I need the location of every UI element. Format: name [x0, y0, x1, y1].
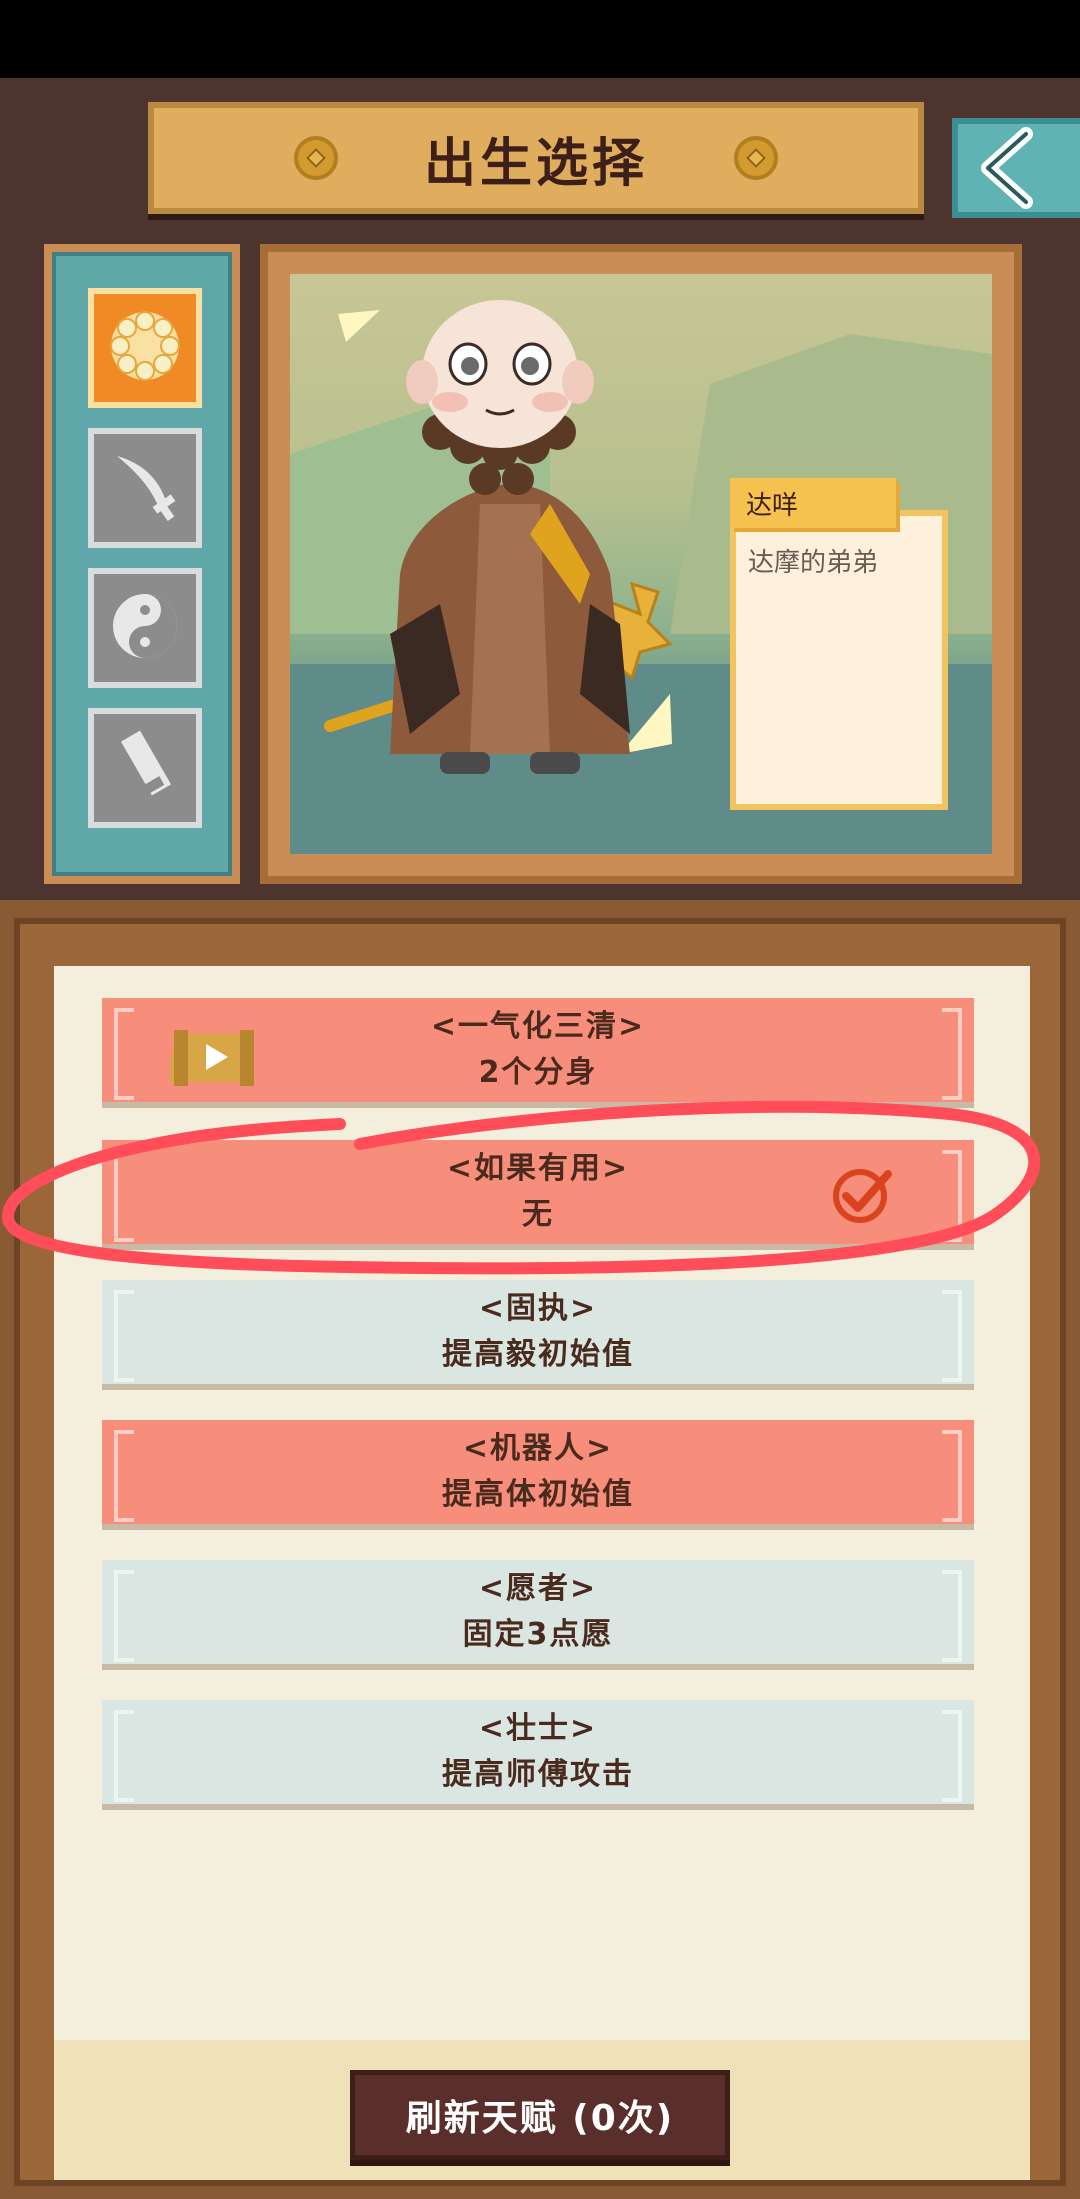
card-bracket-left: [114, 1008, 134, 1100]
card-bracket-right: [942, 1430, 962, 1522]
video-ad-icon[interactable]: [168, 1026, 260, 1086]
category-rail: [44, 244, 240, 884]
talent-card-5[interactable]: <愿者> 固定3点愿: [102, 1560, 974, 1664]
talent-name: <机器人>: [462, 1431, 614, 1466]
card-bracket-left: [114, 1710, 134, 1802]
talent-card-3[interactable]: <固执> 提高毅初始值: [102, 1280, 974, 1384]
yin-yang-icon: [105, 586, 185, 670]
rail-item-scroll[interactable]: [88, 708, 202, 828]
talent-card-4[interactable]: <机器人> 提高体初始值: [102, 1420, 974, 1524]
talent-name: <一气化三清>: [430, 1009, 646, 1044]
rail-item-orb[interactable]: [88, 288, 202, 408]
highlight-annotation: [0, 1100, 1080, 1280]
rail-item-yin-yang[interactable]: [88, 568, 202, 688]
card-bracket-left: [114, 1570, 134, 1662]
card-bracket-right: [942, 1008, 962, 1100]
card-bracket-right: [942, 1710, 962, 1802]
talent-name: <愿者>: [478, 1571, 598, 1606]
rail-item-sword[interactable]: [88, 428, 202, 548]
talent-description: 提高毅初始值: [442, 1337, 634, 1372]
talent-name: <壮士>: [478, 1711, 598, 1746]
refresh-talents-button[interactable]: 刷新天赋 (0次): [350, 2070, 730, 2160]
back-button[interactable]: [952, 118, 1080, 218]
talent-description: 提高师傅攻击: [442, 1757, 634, 1792]
talent-description: 提高体初始值: [442, 1477, 634, 1512]
character-description: 达摩的弟弟: [748, 548, 879, 578]
talent-description: 2个分身: [478, 1055, 598, 1090]
card-bracket-left: [114, 1430, 134, 1522]
talent-card-6[interactable]: <壮士> 提高师傅攻击: [102, 1700, 974, 1804]
sword-icon: [105, 446, 185, 530]
character-name: 达咩: [730, 478, 896, 528]
card-bracket-right: [942, 1290, 962, 1382]
talent-description: 固定3点愿: [462, 1617, 614, 1652]
page-title: 出生选择: [423, 133, 648, 194]
status-bar: [0, 0, 1080, 78]
chevron-left-icon: [958, 124, 1080, 212]
scroll-icon: [105, 726, 185, 810]
talent-name: <固执>: [478, 1291, 598, 1326]
orb-icon: [106, 307, 184, 389]
card-bracket-right: [942, 1570, 962, 1662]
title-banner: 出生选择: [148, 102, 924, 214]
coin-ornament-right-icon: [734, 136, 778, 180]
card-bracket-left: [114, 1290, 134, 1382]
